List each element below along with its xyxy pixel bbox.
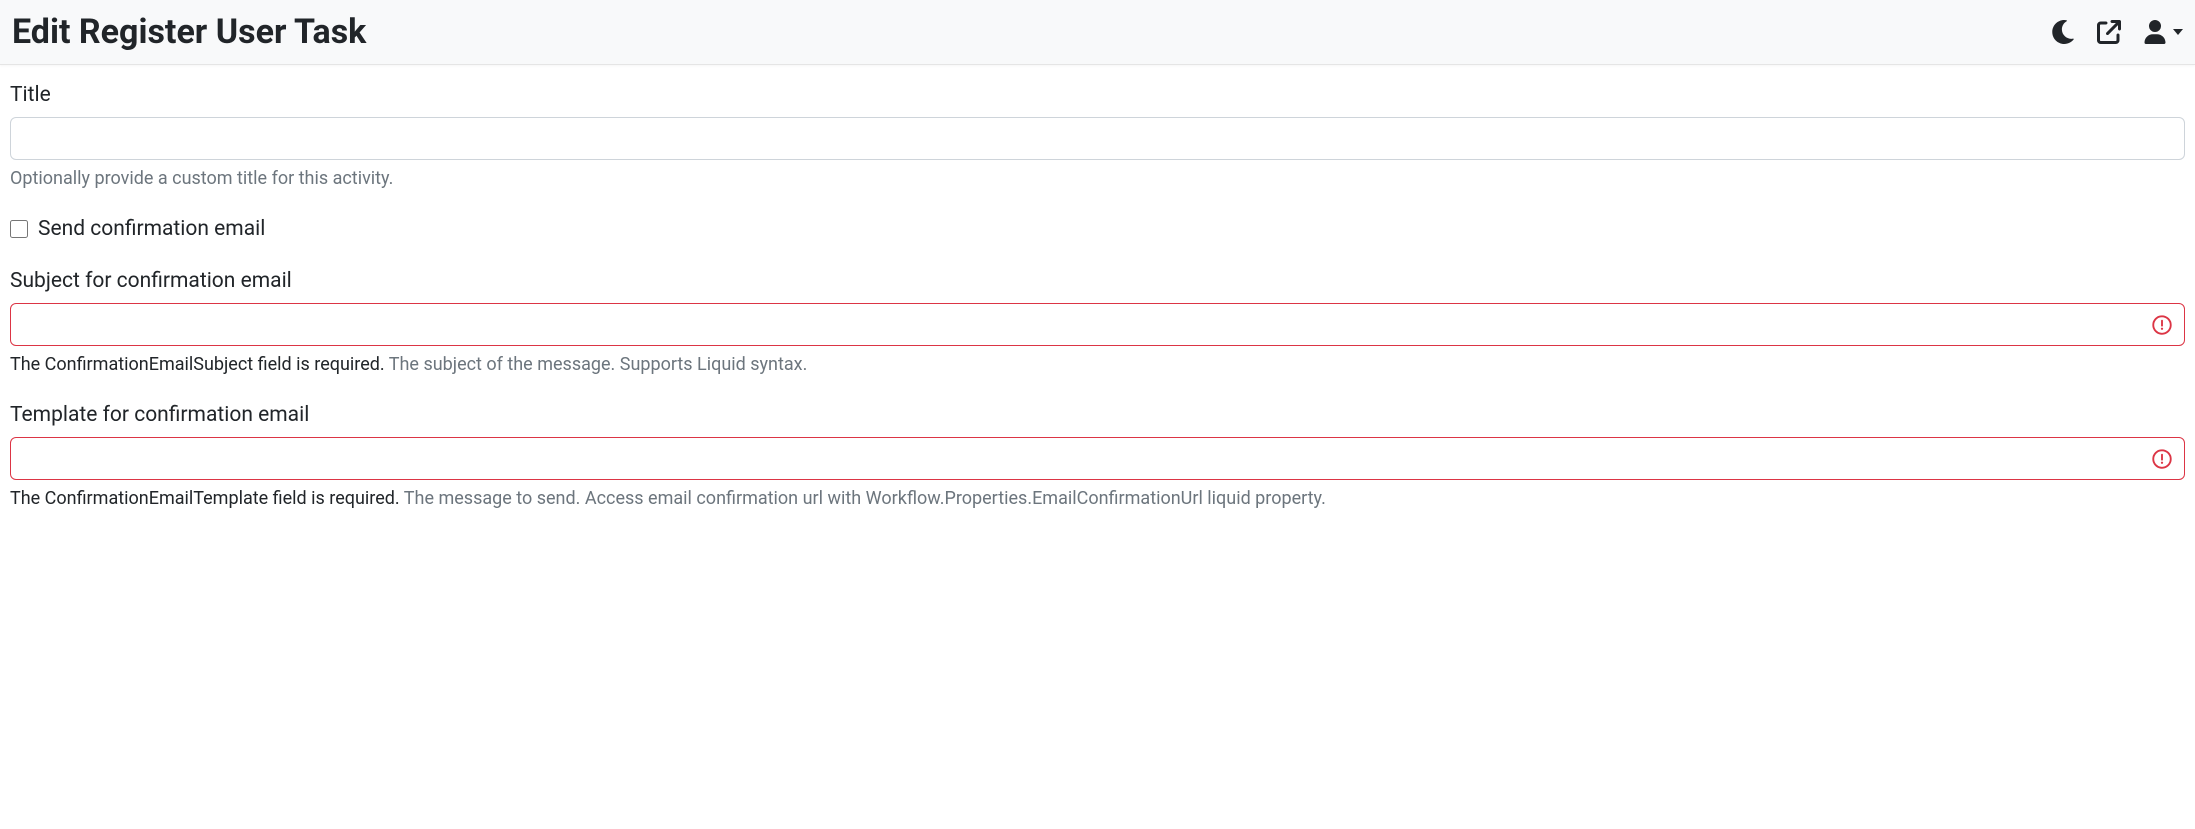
user-icon: [2143, 20, 2167, 44]
dark-mode-toggle[interactable]: [2051, 20, 2075, 44]
header-bar: Edit Register User Task: [0, 0, 2195, 65]
subject-hint-line: The ConfirmationEmailSubject field is re…: [10, 354, 2185, 375]
template-input[interactable]: [10, 437, 2185, 480]
user-icon-wrap: [2143, 20, 2167, 44]
title-hint: Optionally provide a custom title for th…: [10, 168, 2185, 189]
form-content: Title Optionally provide a custom title …: [0, 65, 2195, 555]
title-input[interactable]: [10, 117, 2185, 160]
header-actions: [2051, 20, 2183, 44]
title-label: Title: [10, 83, 2185, 107]
page-title: Edit Register User Task: [12, 12, 366, 52]
subject-error: The ConfirmationEmailSubject field is re…: [10, 354, 385, 375]
send-confirmation-checkbox[interactable]: [10, 220, 28, 238]
user-menu[interactable]: [2143, 20, 2183, 44]
subject-hint: The subject of the message. Supports Liq…: [389, 354, 808, 375]
title-field-group: Title Optionally provide a custom title …: [10, 83, 2185, 189]
subject-input[interactable]: [10, 303, 2185, 346]
template-hint: The message to send. Access email confir…: [404, 488, 1326, 509]
subject-field-group: Subject for confirmation email The Confi…: [10, 269, 2185, 375]
send-confirmation-check: Send confirmation email: [10, 217, 2185, 241]
template-field-group: Template for confirmation email The Conf…: [10, 403, 2185, 509]
external-link-icon: [2097, 20, 2121, 44]
template-hint-line: The ConfirmationEmailTemplate field is r…: [10, 488, 2185, 509]
send-confirmation-label[interactable]: Send confirmation email: [38, 217, 265, 241]
moon-icon: [2051, 20, 2075, 44]
subject-label: Subject for confirmation email: [10, 269, 2185, 293]
template-label: Template for confirmation email: [10, 403, 2185, 427]
template-error: The ConfirmationEmailTemplate field is r…: [10, 488, 400, 509]
external-link-button[interactable]: [2097, 20, 2121, 44]
caret-down-icon: [2173, 29, 2183, 35]
